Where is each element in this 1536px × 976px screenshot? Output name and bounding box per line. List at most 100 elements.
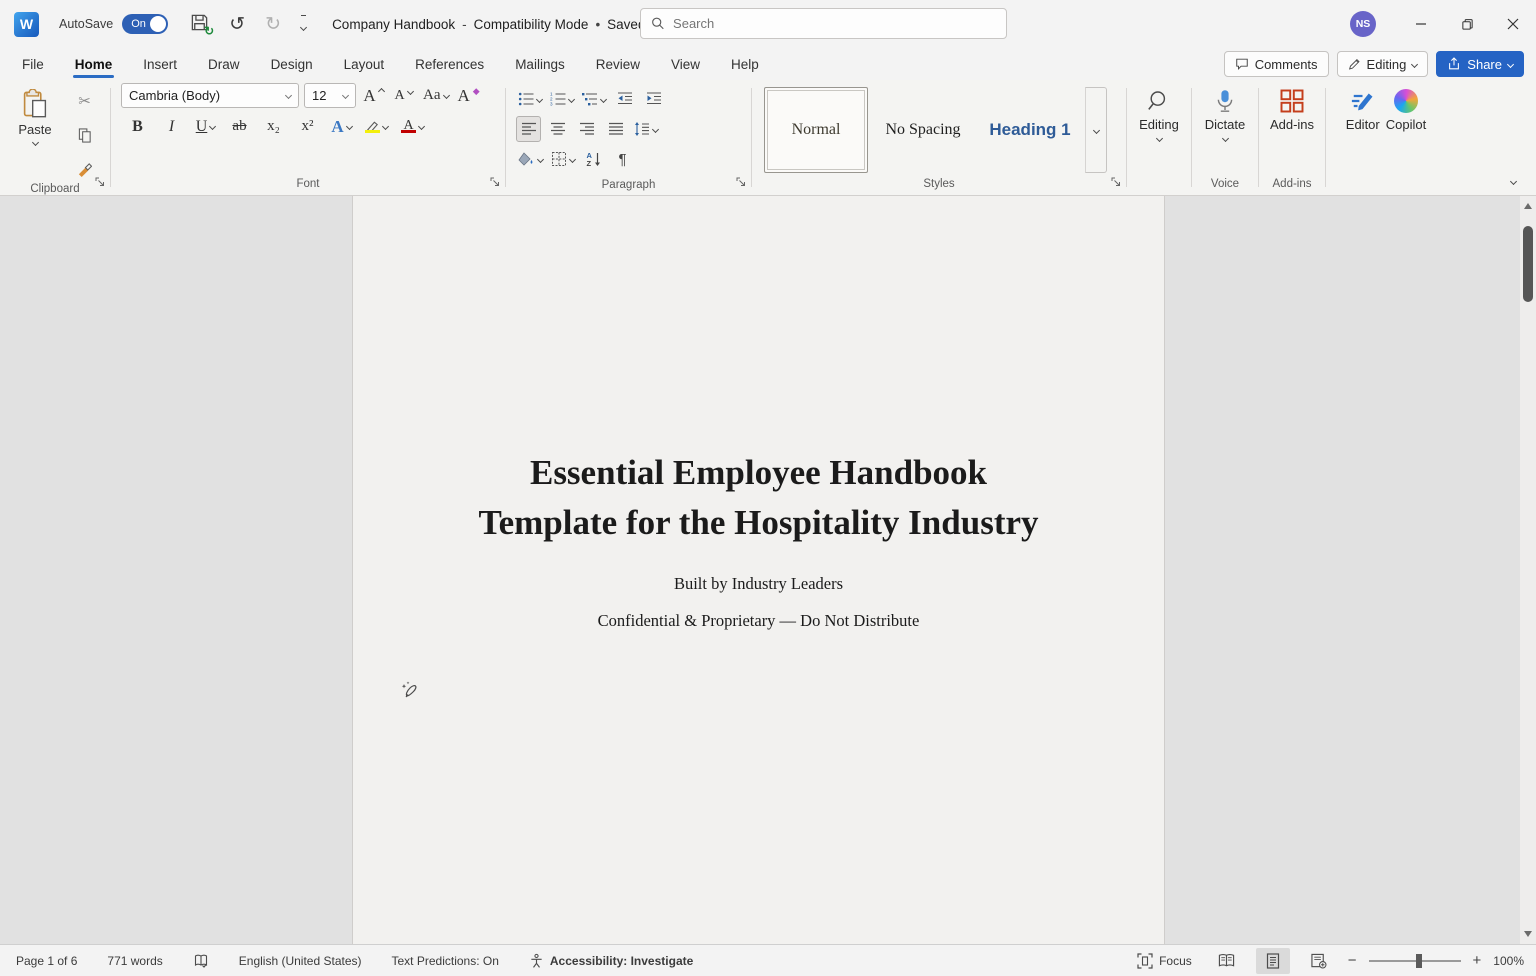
scroll-down-button[interactable] [1520,927,1536,941]
autosave-toggle[interactable]: On [122,14,168,34]
highlight-button[interactable] [363,114,390,140]
search-bar[interactable] [640,8,1007,39]
styles-dialog-launcher[interactable] [1111,177,1121,190]
editor-button[interactable]: Editor [1346,80,1380,173]
font-name-combo[interactable]: Cambria (Body) [121,83,299,108]
clear-formatting-button[interactable]: A◆ [456,83,482,109]
tab-references[interactable]: References [413,48,486,80]
font-color-button[interactable]: A [399,114,426,140]
scrollbar-thumb[interactable] [1523,226,1533,302]
close-button[interactable] [1490,0,1536,48]
underline-button[interactable]: U [193,114,218,140]
numbering-button[interactable]: 123 [548,86,576,112]
superscript-button[interactable]: x² [295,114,320,140]
editing-mode-button[interactable]: Editing [1337,51,1429,77]
undo-button[interactable]: ↺ [229,15,245,34]
collapse-ribbon-button[interactable] [1511,172,1516,187]
search-input[interactable] [673,16,996,31]
tab-design[interactable]: Design [269,48,315,80]
proofing-status[interactable] [193,953,209,969]
word-logo-icon[interactable]: W [14,12,39,37]
tab-home[interactable]: Home [73,48,115,80]
avatar[interactable]: NS [1350,11,1376,37]
shading-button[interactable] [516,146,545,172]
styles-gallery-more-button[interactable] [1085,87,1107,173]
tab-layout[interactable]: Layout [342,48,387,80]
style-heading-1[interactable]: Heading 1 [978,87,1082,173]
tab-insert[interactable]: Insert [141,48,179,80]
grow-font-button[interactable]: A [361,83,386,109]
show-formatting-button[interactable]: ¶ [610,146,635,172]
decrease-indent-button[interactable] [612,86,637,112]
dictate-button[interactable]: Dictate [1192,80,1258,173]
save-button[interactable]: ↻ [190,13,209,35]
text-effects-button[interactable]: A [329,114,354,140]
sort-button[interactable]: AZ [581,146,606,172]
subscript-button[interactable]: x₂ [261,114,286,140]
copilot-pen-icon [399,680,419,700]
paste-button[interactable]: Paste [10,86,60,182]
page-indicator[interactable]: Page 1 of 6 [16,954,77,968]
minimize-button[interactable] [1398,0,1444,48]
addins-button[interactable]: Add-ins [1259,80,1325,173]
style-normal[interactable]: Normal [764,87,868,173]
italic-button[interactable]: I [159,114,184,140]
zoom-slider[interactable] [1369,960,1461,962]
copilot-margin-button[interactable] [399,680,419,703]
copy-button[interactable] [72,122,97,148]
focus-label: Focus [1159,954,1192,968]
align-left-button[interactable] [516,116,541,142]
restore-button[interactable] [1444,0,1490,48]
justify-button[interactable] [603,116,628,142]
pencil-icon [1348,58,1361,71]
increase-indent-button[interactable] [641,86,666,112]
tab-review[interactable]: Review [594,48,642,80]
read-mode-button[interactable] [1210,948,1244,974]
word-count[interactable]: 771 words [107,954,162,968]
share-button[interactable]: Share [1436,51,1524,77]
zoom-out-button[interactable]: − [1348,952,1357,969]
vertical-scrollbar[interactable] [1520,196,1536,944]
scroll-up-button[interactable] [1520,199,1536,213]
style-no-spacing[interactable]: No Spacing [871,87,975,173]
clipboard-dialog-launcher[interactable] [95,177,105,190]
comments-button[interactable]: Comments [1224,51,1329,77]
zoom-level[interactable]: 100% [1493,954,1524,968]
zoom-in-button[interactable]: + [1473,952,1482,969]
text-predictions-status[interactable]: Text Predictions: On [392,954,499,968]
align-center-button[interactable] [545,116,570,142]
accessibility-status[interactable]: Accessibility: Investigate [529,953,693,969]
bold-button[interactable]: B [125,114,150,140]
font-size-combo[interactable]: 12 [304,83,356,108]
change-case-button[interactable]: Aa [421,83,451,109]
tab-mailings[interactable]: Mailings [513,48,567,80]
font-dialog-launcher[interactable] [490,177,500,190]
web-layout-button[interactable] [1302,948,1336,974]
editing-button[interactable]: Editing [1127,80,1191,173]
tab-help[interactable]: Help [729,48,761,80]
align-right-button[interactable] [574,116,599,142]
tab-file[interactable]: File [20,48,46,80]
shrink-font-button[interactable]: A [391,83,416,109]
multilevel-list-button[interactable] [580,86,608,112]
print-layout-button[interactable] [1256,948,1290,974]
accessibility-label: Accessibility: Investigate [550,954,693,968]
redo-button[interactable]: ↻ [265,15,281,34]
align-center-icon [550,121,566,137]
document-page[interactable]: Essential Employee Handbook Template for… [352,196,1165,944]
bullets-button[interactable] [516,86,544,112]
language-status[interactable]: English (United States) [239,954,362,968]
tab-draw[interactable]: Draw [206,48,242,80]
borders-button[interactable] [549,146,577,172]
focus-button[interactable]: Focus [1137,953,1192,969]
document-title-bar[interactable]: Company Handbook - Compatibility Mode • … [332,17,657,32]
cut-button[interactable]: ✂ [72,88,97,114]
copilot-button[interactable]: Copilot [1386,80,1426,173]
format-painter-button[interactable] [72,156,97,182]
paragraph-dialog-launcher[interactable] [736,177,746,190]
tab-view[interactable]: View [669,48,702,80]
customize-qat-button[interactable] [301,15,306,33]
strikethrough-button[interactable]: ab [227,114,252,140]
line-spacing-button[interactable] [632,116,660,142]
zoom-slider-thumb[interactable] [1416,954,1422,968]
